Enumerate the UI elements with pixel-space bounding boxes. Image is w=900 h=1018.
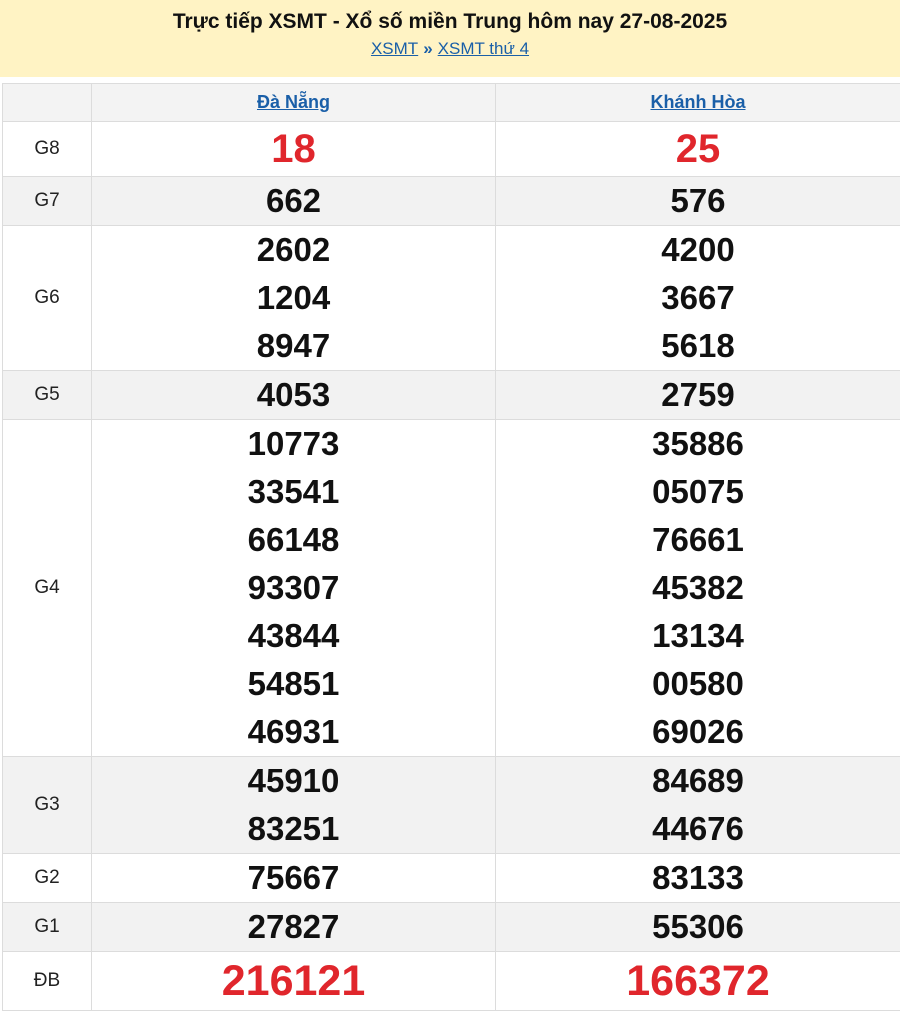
winning-number: 8947 bbox=[256, 327, 331, 364]
prize-label: G7 bbox=[2, 176, 92, 226]
prize-cell: 2602 1204 8947 bbox=[91, 225, 496, 371]
province-header: Đà Nẵng bbox=[91, 83, 496, 122]
winning-number: 83133 bbox=[652, 859, 744, 896]
winning-number: 44676 bbox=[652, 810, 744, 847]
prize-cell: 10773 33541 66148 93307 43844 54851 46931 bbox=[91, 419, 496, 757]
prize-label: G8 bbox=[2, 121, 92, 177]
prize-cell: 25 bbox=[495, 121, 900, 177]
page-header: Trực tiếp XSMT - Xổ số miền Trung hôm na… bbox=[0, 0, 900, 77]
winning-number: 18 bbox=[271, 127, 316, 171]
winning-number: 27827 bbox=[247, 908, 340, 945]
prize-label: G2 bbox=[2, 853, 92, 903]
winning-number: 576 bbox=[670, 182, 726, 219]
winning-number: 1204 bbox=[256, 279, 331, 316]
winning-number: 2759 bbox=[661, 376, 735, 413]
winning-number: 166372 bbox=[626, 957, 770, 1005]
winning-number: 66148 bbox=[247, 521, 340, 558]
breadcrumb-link-xsmt-thu-4[interactable]: XSMT thứ 4 bbox=[438, 39, 529, 58]
prize-row: G1 27827 55306 bbox=[2, 902, 900, 952]
winning-number: 5618 bbox=[661, 327, 735, 364]
winning-number: 93307 bbox=[247, 569, 340, 606]
prize-row: G5 4053 2759 bbox=[2, 370, 900, 420]
winning-number: 75667 bbox=[247, 859, 340, 896]
winning-number: 25 bbox=[675, 127, 721, 171]
winning-number: 45910 bbox=[247, 762, 340, 799]
prize-column-header bbox=[2, 83, 92, 122]
winning-number: 2602 bbox=[256, 231, 331, 268]
winning-number: 662 bbox=[265, 182, 322, 219]
winning-number: 05075 bbox=[652, 473, 744, 510]
province-header: Khánh Hòa bbox=[495, 83, 900, 122]
winning-number: 4053 bbox=[256, 376, 331, 413]
breadcrumb-separator: » bbox=[423, 39, 433, 58]
prize-row: G8 18 25 bbox=[2, 121, 900, 177]
prize-row: G2 75667 83133 bbox=[2, 853, 900, 903]
prize-cell: 662 bbox=[91, 176, 496, 226]
prize-cell: 4053 bbox=[91, 370, 496, 420]
winning-number: 33541 bbox=[247, 473, 340, 510]
winning-number: 84689 bbox=[652, 762, 744, 799]
winning-number: 76661 bbox=[652, 521, 744, 558]
winning-number: 10773 bbox=[247, 425, 340, 462]
breadcrumb-link-xsmt[interactable]: XSMT bbox=[371, 39, 418, 58]
winning-number: 83251 bbox=[247, 810, 340, 847]
prize-cell: 83133 bbox=[495, 853, 900, 903]
province-link-khanh-hoa[interactable]: Khánh Hòa bbox=[650, 92, 745, 112]
prize-cell: 576 bbox=[495, 176, 900, 226]
winning-number: 35886 bbox=[652, 425, 744, 462]
prize-row: G3 45910 83251 84689 44676 bbox=[2, 756, 900, 854]
winning-number: 4200 bbox=[661, 231, 735, 268]
winning-number: 13134 bbox=[652, 617, 744, 654]
prize-label: G6 bbox=[2, 225, 92, 371]
prize-cell: 2759 bbox=[495, 370, 900, 420]
winning-number: 46931 bbox=[247, 713, 340, 750]
prize-cell: 45910 83251 bbox=[91, 756, 496, 854]
prize-cell: 166372 bbox=[495, 951, 900, 1011]
breadcrumb: XSMT » XSMT thứ 4 bbox=[0, 37, 900, 61]
prize-row: ĐB 216121 166372 bbox=[2, 951, 900, 1011]
prize-label: G4 bbox=[2, 419, 92, 757]
prize-cell: 84689 44676 bbox=[495, 756, 900, 854]
page-title: Trực tiếp XSMT - Xổ số miền Trung hôm na… bbox=[172, 10, 728, 33]
prize-cell: 35886 05075 76661 45382 13134 00580 69026 bbox=[495, 419, 900, 757]
winning-number: 45382 bbox=[652, 569, 744, 606]
prize-cell: 75667 bbox=[91, 853, 496, 903]
prize-label: G3 bbox=[2, 756, 92, 854]
winning-number: 00580 bbox=[652, 665, 744, 702]
province-link-da-nang[interactable]: Đà Nẵng bbox=[257, 92, 330, 112]
winning-number: 3667 bbox=[661, 279, 735, 316]
prize-cell: 18 bbox=[91, 121, 496, 177]
winning-number: 43844 bbox=[247, 617, 340, 654]
prize-row: G7 662 576 bbox=[2, 176, 900, 226]
prize-cell: 27827 bbox=[91, 902, 496, 952]
winning-number: 216121 bbox=[221, 957, 366, 1005]
prize-label: G5 bbox=[2, 370, 92, 420]
prize-label: G1 bbox=[2, 902, 92, 952]
winning-number: 55306 bbox=[652, 908, 744, 945]
winning-number: 54851 bbox=[247, 665, 340, 702]
prize-row: G4 10773 33541 66148 93307 43844 54851 46931 358… bbox=[2, 419, 900, 757]
prize-cell: 4200 3667 5618 bbox=[495, 225, 900, 371]
prize-row: G6 2602 1204 8947 4200 3667 5618 bbox=[2, 225, 900, 371]
winning-number: 69026 bbox=[652, 713, 744, 750]
prize-cell: 216121 bbox=[91, 951, 496, 1011]
prize-cell: 55306 bbox=[495, 902, 900, 952]
results-table: Đà Nẵng Khánh Hòa G8 18 25 G7 662 576 G6 2602 12… bbox=[2, 83, 900, 1011]
results-header-row: Đà Nẵng Khánh Hòa bbox=[2, 83, 900, 122]
prize-label: ĐB bbox=[2, 951, 92, 1011]
